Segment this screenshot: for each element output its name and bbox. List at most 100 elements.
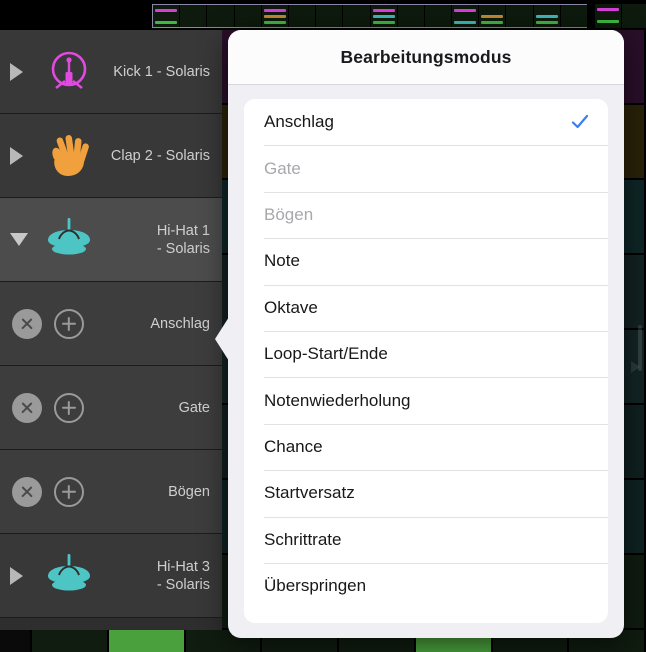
overview-cell[interactable] [180, 5, 208, 27]
overview-cell[interactable] [207, 5, 235, 27]
list-item-label: Chance [264, 436, 323, 456]
overview-cell[interactable] [370, 5, 398, 27]
overview-clip-bar [597, 20, 620, 23]
close-circle-icon[interactable] [12, 308, 42, 339]
list-separator [264, 423, 608, 425]
overview-cell[interactable] [397, 5, 425, 27]
track-label: Kick 1 - Solaris [113, 63, 210, 80]
close-circle-icon[interactable] [12, 476, 42, 507]
overview-cell[interactable] [506, 5, 534, 27]
edit-mode-popover: Bearbeitungsmodus Anschlag Gate Bögen Note O… [215, 30, 624, 639]
list-separator [264, 284, 608, 286]
list-item-label: Überspringen [264, 576, 367, 596]
track-list[interactable]: Kick 1 - Solaris Clap 2 - Solaris Hi-Hat 1… [0, 30, 222, 630]
overview-cell[interactable] [533, 5, 561, 27]
overview-cell[interactable] [622, 4, 646, 28]
chevron-right-icon[interactable] [10, 62, 23, 81]
overview-cell[interactable] [595, 4, 623, 28]
checkmark-icon [570, 391, 590, 411]
overview-clip-bar [263, 9, 286, 12]
checkmark-icon [570, 530, 590, 550]
list-item: Bögen [244, 191, 608, 239]
popover-body: Anschlag Gate Bögen Note Oktave Loop-Start/En… [228, 85, 624, 639]
overview-cell[interactable] [261, 5, 289, 27]
overview-cell[interactable] [479, 5, 507, 27]
step-button[interactable] [108, 630, 186, 652]
overview-cell[interactable] [452, 5, 480, 27]
checkmark-icon [570, 112, 590, 132]
list-separator [264, 470, 608, 472]
hi-hat-icon [42, 213, 96, 267]
list-separator [264, 562, 608, 564]
overview-clip-bar [372, 15, 395, 18]
chevron-right-icon[interactable] [10, 146, 23, 165]
overview-cell[interactable] [288, 5, 317, 27]
lane-row[interactable]: Bögen [0, 450, 222, 534]
list-item[interactable]: Oktave [244, 284, 608, 331]
overview-window[interactable] [152, 4, 588, 28]
kick-drum-icon [42, 45, 96, 99]
list-item[interactable]: Note [244, 238, 608, 285]
overview-clip-bar [454, 9, 477, 12]
list-item[interactable]: Startversatz [244, 470, 608, 517]
overview-clip-bar [535, 15, 558, 18]
close-circle-icon[interactable] [12, 392, 42, 423]
chevron-down-icon[interactable] [10, 233, 28, 246]
overview-clip-bar [481, 21, 504, 24]
overview-clip-bar [372, 9, 395, 12]
overview-cell[interactable] [560, 5, 588, 27]
track-row[interactable]: Hi-Hat 3 - Solaris [0, 534, 222, 618]
lane-row[interactable]: Anschlag [0, 282, 222, 366]
overview-clip-bar [597, 8, 620, 11]
clap-hand-icon [42, 129, 96, 183]
checkmark-icon [570, 251, 590, 271]
overview-cell[interactable] [343, 5, 371, 27]
list-item-label: Bögen [264, 204, 314, 224]
list-item-label: Startversatz [264, 483, 355, 503]
checkmark-icon [570, 159, 590, 179]
list-item[interactable]: Loop-Start/Ende [244, 330, 608, 378]
list-item-label: Notenwiederholung [264, 390, 411, 410]
list-item[interactable]: Schrittrate [244, 516, 608, 563]
plus-circle-icon[interactable] [54, 392, 84, 423]
list-item-label: Gate [264, 158, 301, 178]
edit-mode-list[interactable]: Anschlag Gate Bögen Note Oktave Loop-Start/En… [244, 99, 608, 623]
checkmark-icon [570, 437, 590, 457]
step-button[interactable] [32, 630, 109, 652]
popover-arrow [215, 317, 229, 361]
pattern-overview-strip[interactable] [0, 0, 646, 30]
track-row[interactable]: Kick 1 - Solaris [0, 30, 222, 114]
sidebar-scrollbar[interactable] [638, 325, 642, 371]
overview-clip-bar [535, 21, 558, 24]
popover-header: Bearbeitungsmodus [228, 30, 624, 85]
overview-cell[interactable] [234, 5, 262, 27]
list-item[interactable]: Überspringen [244, 562, 608, 610]
chevron-right-icon[interactable] [10, 566, 23, 585]
overview-cell[interactable] [316, 5, 344, 27]
lane-row[interactable]: Gate [0, 366, 222, 450]
list-separator [264, 145, 608, 147]
step-bar-gutter [0, 630, 32, 652]
track-row[interactable]: Hi-Hat 1 - Solaris [0, 198, 222, 282]
list-item[interactable]: Chance [244, 423, 608, 471]
hi-hat-icon [42, 549, 96, 603]
overview-cell[interactable] [153, 5, 181, 27]
lane-label: Bögen [168, 483, 210, 500]
overview-clip-bar [155, 21, 178, 24]
checkmark-icon [570, 298, 590, 318]
checkmark-icon [570, 344, 590, 364]
checkmark-icon [570, 576, 590, 596]
plus-circle-icon[interactable] [54, 476, 84, 507]
overview-clip-bar [481, 15, 504, 18]
list-item: Gate [244, 145, 608, 192]
overview-clip-bar [263, 21, 286, 24]
list-item-label: Note [264, 251, 300, 271]
track-row[interactable]: Clap 2 - Solaris [0, 114, 222, 198]
plus-circle-icon[interactable] [54, 308, 84, 339]
app-root: Kick 1 - Solaris Clap 2 - Solaris Hi-Hat 1… [0, 0, 646, 652]
overview-cell[interactable] [424, 5, 453, 27]
list-item[interactable]: Anschlag [244, 99, 608, 146]
list-separator [264, 330, 608, 332]
list-item[interactable]: Notenwiederholung [244, 377, 608, 424]
list-separator [264, 238, 608, 240]
